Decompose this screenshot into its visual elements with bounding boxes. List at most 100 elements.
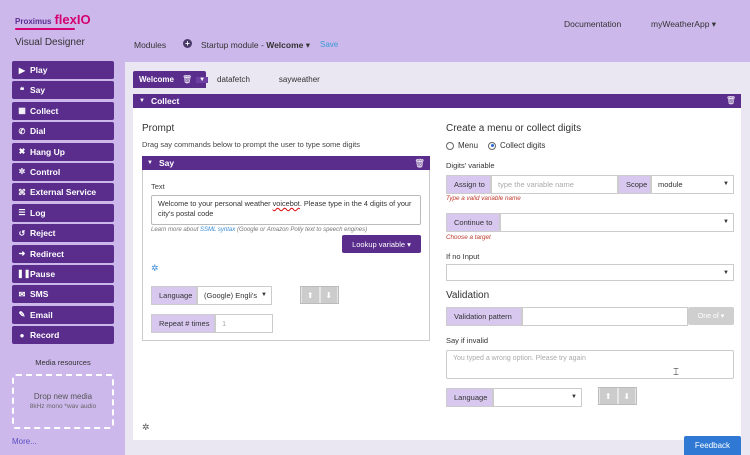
say-block-title: Say bbox=[158, 158, 175, 168]
sidebar-item-label: Control bbox=[30, 166, 61, 177]
prompt-heading: Prompt bbox=[142, 123, 175, 134]
sidebar-item-label: Play bbox=[30, 65, 48, 75]
brand-name: flexIO bbox=[54, 12, 91, 27]
tab-sayweather[interactable]: sayweather bbox=[271, 71, 328, 88]
misspelt-word: voicebot bbox=[272, 199, 300, 208]
media-dropzone[interactable]: Drop new media 8kHz mono *wav audio bbox=[12, 374, 114, 429]
arrow-up-icon[interactable]: ⬆ bbox=[600, 388, 617, 404]
play-icon: ▶ bbox=[18, 65, 26, 75]
chevron-down-icon: ▼ bbox=[571, 394, 577, 400]
sidebar-item-sms[interactable]: ✉ SMS bbox=[12, 285, 114, 304]
sidebar-item-label: Redirect bbox=[30, 248, 65, 259]
sidebar-item-label: Dial bbox=[30, 126, 46, 137]
say-text-input[interactable]: Welcome to your personal weather voicebo… bbox=[151, 195, 421, 225]
sidebar-item-pause[interactable]: ❚❚ Pause bbox=[12, 264, 114, 283]
invalid-language-select[interactable]: ▼ bbox=[493, 388, 582, 407]
gear-icon[interactable]: ✲ bbox=[151, 263, 159, 274]
say-if-invalid-label: Say if invalid bbox=[446, 336, 489, 345]
reject-icon: ↺ bbox=[18, 228, 26, 238]
scope-label: Scope bbox=[618, 175, 651, 194]
startup-module-selector[interactable]: Startup module - Welcome ▾ bbox=[201, 40, 310, 51]
prompt-subtext: Drag say commands below to prompt the us… bbox=[142, 140, 361, 149]
say-if-invalid-input[interactable]: You typed a wrong option. Please try aga… bbox=[446, 350, 734, 379]
sidebar-item-label: Email bbox=[30, 309, 53, 320]
radio-collect-digits[interactable] bbox=[488, 141, 497, 150]
collect-panel-title: Collect bbox=[150, 96, 180, 106]
sidebar-item-say[interactable]: ❝ Say bbox=[12, 81, 114, 100]
list-icon: ☰ bbox=[18, 208, 26, 218]
language-label: Language bbox=[446, 388, 493, 407]
arrow-down-icon[interactable]: ⬇ bbox=[618, 388, 635, 404]
text-label: Text bbox=[151, 182, 165, 191]
sidebar-item-label: Pause bbox=[30, 268, 56, 279]
lookup-variable-button[interactable]: Lookup variable ▾ bbox=[342, 235, 421, 253]
gear-icon[interactable]: ✲ bbox=[142, 422, 150, 433]
trash-icon[interactable]: 🗑 bbox=[414, 158, 425, 169]
language-value: (Google) Engli's bbox=[204, 291, 258, 300]
arrow-up-icon[interactable]: ⬆ bbox=[302, 287, 319, 303]
comment-icon: ✎ bbox=[18, 310, 26, 320]
sidebar-item-control[interactable]: ✲ Control bbox=[12, 162, 114, 181]
sidebar-item-record[interactable]: ● Record bbox=[12, 326, 114, 345]
reorder-buttons: ⬆ ⬇ bbox=[300, 286, 339, 304]
documentation-link[interactable]: Documentation bbox=[564, 19, 621, 29]
continue-to-label: Continue to bbox=[446, 213, 500, 232]
mouse-cursor-icon: ⌶ bbox=[673, 367, 679, 378]
phone-icon: ✆ bbox=[18, 126, 26, 136]
scope-value: module bbox=[658, 180, 683, 189]
add-module-icon[interactable]: + bbox=[183, 39, 192, 48]
assign-error-text: Type a valid variable name bbox=[446, 195, 521, 202]
sidebar-item-hang-up[interactable]: ✖ Hang Up bbox=[12, 142, 114, 161]
sidebar-item-dial[interactable]: ✆ Dial bbox=[12, 122, 114, 141]
sidebar-item-reject[interactable]: ↺ Reject bbox=[12, 224, 114, 243]
sidebar-item-label: Say bbox=[30, 85, 46, 96]
collapse-icon[interactable]: ▼ bbox=[147, 160, 153, 166]
sidebar-item-label: Record bbox=[30, 330, 60, 341]
chevron-down-icon[interactable]: ▼ bbox=[196, 76, 209, 83]
trash-icon[interactable]: 🗑 bbox=[182, 75, 192, 84]
digits-variable-label: Digits' variable bbox=[446, 161, 495, 170]
top-header: Documentation myWeatherApp ▾ Modules + S… bbox=[125, 0, 750, 62]
chevron-down-icon: ▼ bbox=[261, 292, 267, 298]
scope-select[interactable]: module ▼ bbox=[651, 175, 734, 194]
if-no-input-label: If no Input bbox=[446, 252, 480, 261]
arrow-down-icon[interactable]: ⬇ bbox=[320, 287, 337, 303]
repeat-input[interactable]: 1 bbox=[215, 314, 273, 333]
modules-label: Modules bbox=[134, 40, 167, 50]
startup-prefix: Startup module - bbox=[201, 40, 267, 50]
sidebar-item-collect[interactable]: ▦ Collect bbox=[12, 101, 114, 120]
ssml-syntax-link[interactable]: SSML syntax bbox=[200, 227, 235, 233]
envelope-icon: ✉ bbox=[18, 289, 26, 299]
feedback-button[interactable]: Feedback bbox=[684, 436, 741, 455]
chevron-down-icon: ▼ bbox=[723, 270, 729, 276]
validation-heading: Validation bbox=[446, 290, 490, 301]
sidebar-item-email[interactable]: ✎ Email bbox=[12, 305, 114, 324]
continue-to-select[interactable]: ▼ bbox=[500, 213, 734, 232]
one-of-button[interactable]: One of ▾ bbox=[688, 307, 734, 325]
language-select[interactable]: (Google) Engli's ▼ bbox=[197, 286, 272, 305]
sidebar-item-play[interactable]: ▶ Play bbox=[12, 61, 114, 79]
collect-panel-header[interactable]: ▼ Collect 🗑 bbox=[133, 94, 741, 108]
validation-pattern-input[interactable] bbox=[522, 307, 688, 326]
collapse-icon[interactable]: ▼ bbox=[139, 98, 145, 104]
say-block-header[interactable]: ▼ Say 🗑 bbox=[142, 156, 430, 170]
dropzone-title: Drop new media bbox=[33, 392, 93, 401]
assign-variable-input[interactable]: type the variable name bbox=[491, 175, 618, 194]
microphone-icon: ● bbox=[19, 330, 25, 340]
startup-module-name: Welcome bbox=[266, 40, 304, 50]
ssml-help-text: Learn more about SSML syntax (Google or … bbox=[151, 227, 367, 233]
tab-datafetch[interactable]: datafetch bbox=[209, 71, 258, 88]
validation-pattern-label: Validation pattern bbox=[446, 307, 522, 326]
code-icon: ⌘ bbox=[18, 187, 26, 197]
sidebar-item-external-service[interactable]: ⌘ External Service bbox=[12, 183, 114, 202]
sidebar-item-redirect[interactable]: ➜ Redirect bbox=[12, 244, 114, 263]
trash-icon[interactable]: 🗑 bbox=[726, 96, 736, 105]
if-no-input-select[interactable]: ▼ bbox=[446, 264, 734, 281]
app-menu[interactable]: myWeatherApp ▾ bbox=[651, 19, 716, 30]
radio-menu[interactable] bbox=[446, 141, 454, 150]
save-link[interactable]: Save bbox=[320, 40, 338, 49]
tab-welcome[interactable]: Welcome 🗑 ▼ bbox=[133, 71, 209, 88]
mode-radio-group: Menu Collect digits bbox=[446, 141, 545, 150]
more-media-link[interactable]: More... bbox=[12, 437, 37, 446]
sidebar-item-log[interactable]: ☰ Log bbox=[12, 203, 114, 222]
